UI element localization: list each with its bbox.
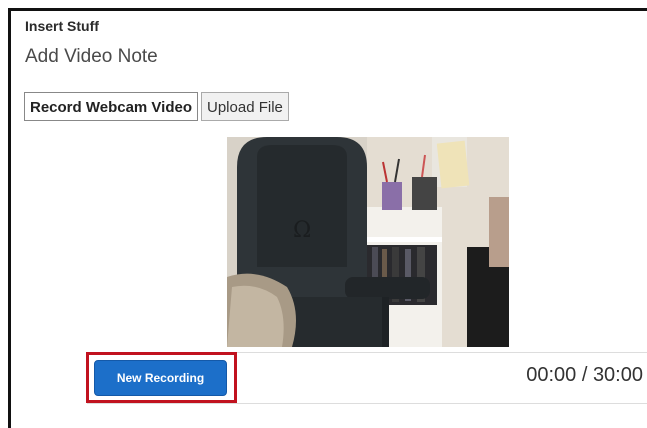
- tab-bar: Record Webcam Video Upload File: [24, 92, 289, 121]
- webcam-preview-image: Ω: [227, 137, 509, 347]
- tab-upload-file[interactable]: Upload File: [201, 92, 289, 121]
- tab-record-webcam[interactable]: Record Webcam Video: [24, 92, 198, 121]
- page-heading: Add Video Note: [25, 46, 158, 67]
- webcam-preview: Ω: [227, 137, 509, 347]
- dialog-title: Insert Stuff: [25, 18, 99, 34]
- svg-text:Ω: Ω: [293, 218, 311, 243]
- recording-timer: 00:00 / 30:00: [526, 364, 643, 386]
- new-recording-button[interactable]: New Recording: [94, 360, 227, 396]
